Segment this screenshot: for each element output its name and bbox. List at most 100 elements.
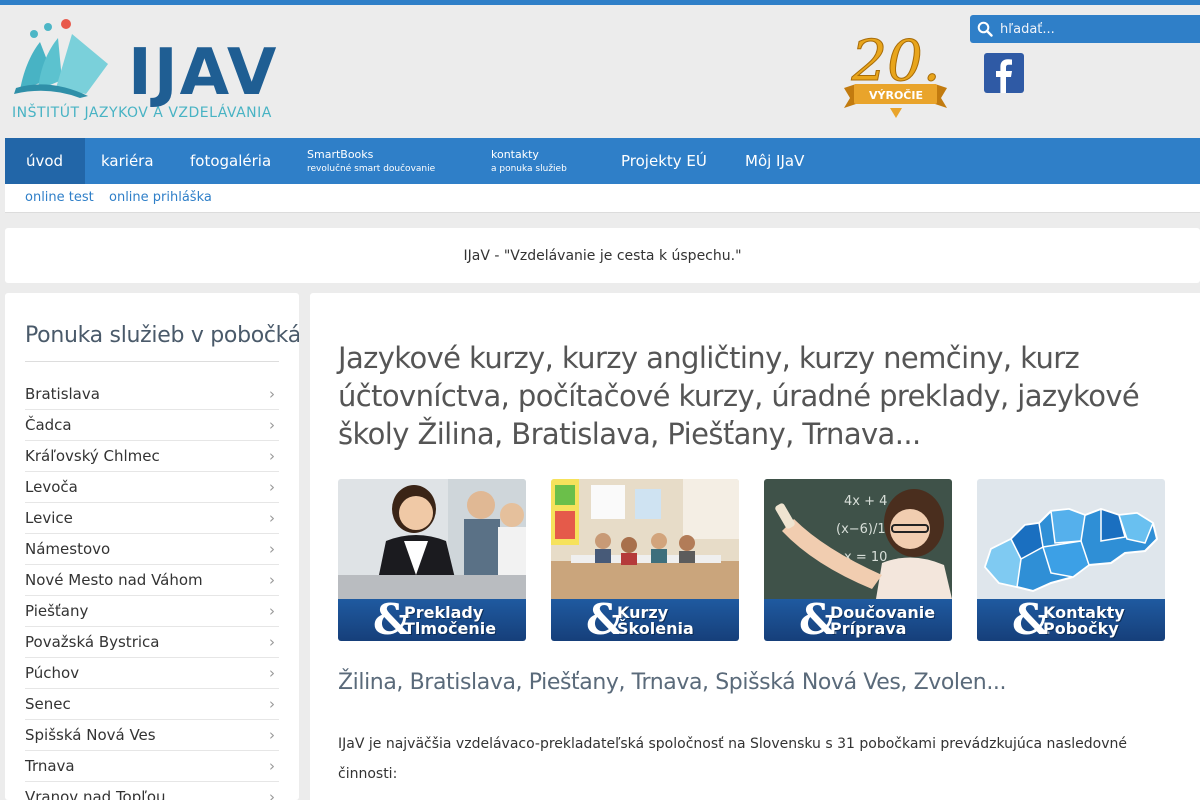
cities-heading: Žilina, Bratislava, Piešťany, Trnava, Sp… bbox=[338, 670, 1007, 695]
sidebar-item-levoca[interactable]: Levoča › bbox=[25, 472, 279, 503]
anniversary-badge-graphic: 20. VÝROČIE bbox=[844, 29, 947, 118]
sidebar-item-piestany[interactable]: Piešťany › bbox=[25, 596, 279, 627]
businesswoman-photo bbox=[338, 479, 526, 599]
anniversary-badge: 20. VÝROČIE bbox=[838, 18, 953, 120]
search-box[interactable] bbox=[970, 15, 1200, 43]
chevron-right-icon: › bbox=[269, 478, 275, 496]
nav-item-kontakty[interactable]: kontakty a ponuka služieb bbox=[491, 138, 567, 184]
sidebar-title: Ponuka služieb v pobočkách bbox=[25, 323, 299, 348]
sidebar-item-cadca[interactable]: Čadca › bbox=[25, 410, 279, 441]
teacher-chalkboard-photo: 4x + 4 (x−6)/1 x = 10 bbox=[764, 479, 952, 599]
tile-label-line2: Príprava bbox=[830, 619, 907, 638]
logo-wordmark: IJAV bbox=[128, 36, 279, 110]
svg-text:4x + 4: 4x + 4 bbox=[844, 494, 887, 509]
tile-label: Kurzy Školenia bbox=[617, 605, 694, 637]
nav-item-label: kariéra bbox=[101, 152, 154, 170]
nav-item-label: úvod bbox=[26, 152, 64, 170]
sidebar-item-namestovo[interactable]: Námestovo › bbox=[25, 534, 279, 565]
sidebar-item-label: Bratislava bbox=[25, 385, 100, 403]
sidebar-item-nove-mesto[interactable]: Nové Mesto nad Váhom › bbox=[25, 565, 279, 596]
tile-label: Doučovanie Príprava bbox=[830, 605, 935, 637]
chevron-right-icon: › bbox=[269, 757, 275, 775]
chevron-right-icon: › bbox=[269, 664, 275, 682]
nav-item-uvod[interactable]: úvod bbox=[5, 138, 85, 184]
sidebar-item-label: Považská Bystrica bbox=[25, 633, 160, 651]
tile-label: Kontakty Pobočky bbox=[1043, 605, 1125, 637]
nav-item-sublabel: revolučné smart doučovanie bbox=[307, 164, 436, 174]
chevron-right-icon: › bbox=[269, 788, 275, 800]
sidebar-item-spisska-nova-ves[interactable]: Spišská Nová Ves › bbox=[25, 720, 279, 751]
intro-paragraph: IJaV je najväčšia vzdelávaco-prekladateľ… bbox=[338, 736, 1127, 782]
nav-item-label: Projekty EÚ bbox=[621, 152, 707, 170]
slovakia-map-illustration bbox=[977, 479, 1165, 599]
nav-item-projekty-eu[interactable]: Projekty EÚ bbox=[621, 138, 707, 184]
search-input[interactable] bbox=[1000, 21, 1180, 37]
chevron-right-icon: › bbox=[269, 726, 275, 744]
sidebar-item-label: Čadca bbox=[25, 416, 72, 434]
classroom-photo bbox=[551, 479, 739, 599]
tile-tutoring[interactable]: 4x + 4 (x−6)/1 x = 10 & Doučovanie Prípr… bbox=[764, 479, 952, 641]
sidebar-item-senec[interactable]: Senec › bbox=[25, 689, 279, 720]
logo-subtitle: INŠTITÚT JAZYKOV A VZDELÁVANIA bbox=[12, 105, 272, 121]
anniversary-label: VÝROČIE bbox=[869, 89, 923, 102]
chevron-right-icon: › bbox=[269, 416, 275, 434]
tile-label-line2: Školenia bbox=[617, 619, 694, 638]
site-logo[interactable]: IJAV INŠTITÚT JAZYKOV A VZDELÁVANIA bbox=[10, 18, 300, 128]
nav-item-label: fotogaléria bbox=[190, 152, 272, 170]
facebook-icon[interactable] bbox=[984, 53, 1024, 93]
branch-list: Bratislava › Čadca › Kráľovský Chlmec › Lev… bbox=[25, 379, 279, 800]
sidebar-item-label: Piešťany bbox=[25, 602, 89, 620]
sidebar-item-bratislava[interactable]: Bratislava › bbox=[25, 379, 279, 410]
sidebar-item-label: Vranov nad Topľou bbox=[25, 788, 166, 800]
main-nav: úvod kariéra fotogaléria SmartBooks revo… bbox=[5, 138, 1200, 184]
sidebar-item-trnava[interactable]: Trnava › bbox=[25, 751, 279, 782]
tile-translations[interactable]: & Preklady Tlmočenie bbox=[338, 479, 526, 641]
sidebar-item-povazska-bystrica[interactable]: Považská Bystrica › bbox=[25, 627, 279, 658]
sidebar-item-label: Levice bbox=[25, 509, 73, 527]
nav-item-label: Môj IJaV bbox=[745, 152, 805, 170]
top-accent-stripe bbox=[0, 0, 1200, 5]
branch-services-sidebar: Ponuka služieb v pobočkách Bratislava › Č… bbox=[5, 293, 299, 800]
sidebar-item-vranov[interactable]: Vranov nad Topľou › bbox=[25, 782, 279, 800]
service-tiles: & Preklady Tlmočenie & Kurzy Školenia 4x… bbox=[338, 479, 1168, 641]
tile-label-line2: Tlmočenie bbox=[404, 619, 497, 638]
online-application-link[interactable]: online prihláška bbox=[109, 190, 212, 205]
nav-item-label: kontakty bbox=[491, 148, 539, 161]
chevron-right-icon: › bbox=[269, 385, 275, 403]
nav-item-sublabel: a ponuka služieb bbox=[491, 164, 567, 174]
sidebar-item-label: Senec bbox=[25, 695, 71, 713]
chevron-right-icon: › bbox=[269, 633, 275, 651]
sidebar-item-puchov[interactable]: Púchov › bbox=[25, 658, 279, 689]
chevron-right-icon: › bbox=[269, 695, 275, 713]
sidebar-item-label: Trnava bbox=[25, 757, 75, 775]
sidebar-item-kralovsky-chlmec[interactable]: Kráľovský Chlmec › bbox=[25, 441, 279, 472]
tile-contacts[interactable]: & Kontakty Pobočky bbox=[977, 479, 1165, 641]
sidebar-divider bbox=[25, 361, 279, 362]
sidebar-item-label: Spišská Nová Ves bbox=[25, 726, 156, 744]
chevron-right-icon: › bbox=[269, 602, 275, 620]
sidebar-item-label: Nové Mesto nad Váhom bbox=[25, 571, 203, 589]
page-title: Jazykové kurzy, kurzy angličtiny, kurzy … bbox=[338, 341, 1140, 451]
sidebar-item-label: Púchov bbox=[25, 664, 80, 682]
nav-item-moj-ijav[interactable]: Môj IJaV bbox=[745, 138, 804, 184]
online-test-link[interactable]: online test bbox=[25, 190, 94, 205]
chevron-right-icon: › bbox=[269, 447, 275, 465]
sub-nav: online test online prihláška bbox=[5, 184, 1200, 213]
nav-item-fotogaleria[interactable]: fotogaléria bbox=[190, 138, 271, 184]
tile-label: Preklady Tlmočenie bbox=[404, 605, 496, 637]
main-content: Jazykové kurzy, kurzy angličtiny, kurzy … bbox=[310, 293, 1200, 800]
search-icon[interactable] bbox=[970, 15, 1000, 43]
sidebar-item-label: Námestovo bbox=[25, 540, 111, 558]
motto-banner: IJaV - "Vzdelávanie je cesta k úspechu." bbox=[5, 228, 1200, 283]
nav-item-label: SmartBooks bbox=[307, 148, 374, 161]
chevron-right-icon: › bbox=[269, 540, 275, 558]
nav-item-kariera[interactable]: kariéra bbox=[101, 138, 154, 184]
motto-text: IJaV - "Vzdelávanie je cesta k úspechu." bbox=[463, 247, 742, 264]
tile-label-line2: Pobočky bbox=[1043, 619, 1119, 638]
tile-courses[interactable]: & Kurzy Školenia bbox=[551, 479, 739, 641]
sidebar-item-levice[interactable]: Levice › bbox=[25, 503, 279, 534]
svg-text:(x−6)/1: (x−6)/1 bbox=[836, 522, 886, 537]
chevron-right-icon: › bbox=[269, 571, 275, 589]
sidebar-item-label: Levoča bbox=[25, 478, 78, 496]
nav-item-smartbooks[interactable]: SmartBooks revolučné smart doučovanie bbox=[307, 138, 435, 184]
